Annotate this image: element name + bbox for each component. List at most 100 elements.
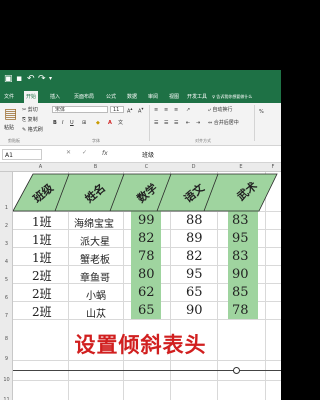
tab-view[interactable]: 视图 (167, 91, 181, 103)
cell-chinese[interactable]: 95 (186, 267, 203, 282)
cut-button[interactable]: ✂ 剪切 (22, 107, 38, 113)
fill-color-icon[interactable]: ◆ (96, 120, 100, 126)
align-top-icon[interactable]: ≡ (154, 107, 158, 113)
formula-bar: A1 ✕ ✓ fx 班级 (0, 146, 281, 163)
cell-wushu[interactable]: 83 (232, 249, 249, 264)
cell-wushu[interactable]: 85 (232, 285, 249, 300)
tab-file[interactable]: 文件 (2, 91, 16, 103)
cell-chinese[interactable]: 88 (186, 213, 203, 228)
align-left-icon[interactable]: ☰ (154, 120, 158, 126)
cell-class[interactable]: 1班 (32, 249, 52, 266)
formula-input[interactable]: 班级 (142, 150, 154, 159)
column-header-a[interactable]: A (13, 164, 68, 170)
column-header-b[interactable]: B (68, 164, 123, 170)
cell-wushu[interactable]: 83 (232, 213, 249, 228)
cell-class[interactable]: 2班 (32, 267, 52, 284)
paste-label[interactable]: 粘贴 (4, 125, 14, 131)
copy-button[interactable]: ⎘ 复制 (22, 117, 38, 123)
fx-icon[interactable]: fx (102, 150, 108, 157)
clipboard-group-label: 剪贴板 (8, 138, 20, 143)
cell-name[interactable]: 派大星 (80, 233, 110, 248)
tab-review[interactable]: 审阅 (146, 91, 160, 103)
wrap-text-button[interactable]: ⤶ 自动换行 (208, 107, 232, 113)
cancel-icon[interactable]: ✕ (66, 149, 71, 156)
tab-data[interactable]: 数据 (125, 91, 139, 103)
tab-home[interactable]: 开始 (24, 91, 39, 103)
cell-wushu[interactable]: 95 (232, 231, 249, 246)
cell-chinese[interactable]: 82 (186, 249, 203, 264)
border-icon[interactable]: ⊞ (82, 120, 86, 126)
tell-me-box[interactable]: ♀ 告诉我你想要做什么 (210, 91, 254, 103)
cell-name[interactable]: 章鱼哥 (80, 269, 110, 284)
align-right-icon[interactable]: ☰ (174, 120, 178, 126)
cell-name[interactable]: 蟹老板 (80, 251, 110, 266)
increase-indent-icon[interactable]: ⇥ (196, 120, 200, 126)
cell-class[interactable]: 1班 (32, 231, 52, 248)
cell-math[interactable]: 62 (138, 285, 155, 300)
enter-icon[interactable]: ✓ (82, 149, 87, 156)
column-header-e[interactable]: E (217, 164, 265, 170)
format-painter-button[interactable]: ✎ 格式刷 (22, 127, 43, 133)
font-size-select[interactable]: 11 (110, 106, 124, 113)
row-header[interactable]: 6 (0, 295, 13, 301)
line-handle[interactable] (233, 367, 240, 374)
row-header[interactable]: 7 (0, 313, 13, 319)
cell-wushu[interactable]: 78 (232, 303, 249, 318)
column-header-c[interactable]: C (123, 164, 170, 170)
cell-math[interactable]: 99 (138, 213, 155, 228)
number-format-icon[interactable]: % (259, 109, 264, 115)
orientation-icon[interactable]: ↗ (186, 107, 190, 113)
cell-chinese[interactable]: 90 (186, 303, 203, 318)
cell-math[interactable]: 80 (138, 267, 155, 282)
cell-class[interactable]: 2班 (32, 303, 52, 320)
shrink-font-icon[interactable]: A▾ (138, 106, 144, 115)
row-header[interactable]: 4 (0, 259, 13, 265)
grid-line (13, 319, 281, 320)
cell-math[interactable]: 65 (138, 303, 155, 318)
grow-font-icon[interactable]: A▴ (127, 106, 133, 115)
cell-name[interactable]: 海绵宝宝 (74, 215, 114, 230)
save-icon[interactable]: ▪ (16, 74, 22, 84)
worksheet[interactable]: A B C D E F 1 2 3 4 5 6 7 8 9 10 11 班级 姓… (0, 163, 281, 400)
italic-icon[interactable]: I (62, 120, 63, 126)
font-group-label: 字体 (92, 138, 100, 143)
align-middle-icon[interactable]: ≡ (164, 107, 168, 113)
cell-chinese[interactable]: 89 (186, 231, 203, 246)
cell-math[interactable]: 82 (138, 231, 155, 246)
align-bottom-icon[interactable]: ≡ (174, 107, 178, 113)
tab-developer[interactable]: 开发工具 (185, 91, 209, 103)
customize-toolbar-icon[interactable]: ▾ (49, 74, 52, 84)
underline-icon[interactable]: U (70, 120, 74, 126)
cell-name[interactable]: 小蜗 (86, 287, 106, 302)
row-header[interactable]: 1 (0, 205, 13, 211)
tab-insert[interactable]: 插入 (48, 91, 62, 103)
row-header[interactable]: 10 (0, 377, 13, 383)
redo-icon[interactable]: ↷ (38, 74, 46, 84)
font-name-select[interactable]: 宋体 (52, 106, 108, 113)
cell-math[interactable]: 78 (138, 249, 155, 264)
drawn-line[interactable] (13, 370, 281, 371)
font-color-icon[interactable]: A (108, 120, 112, 126)
cell-class[interactable]: 1班 (32, 213, 52, 230)
phonetic-icon[interactable]: 文 (118, 120, 123, 126)
copy-icon: ⎘ (22, 117, 27, 123)
tab-formulas[interactable]: 公式 (104, 91, 118, 103)
paste-icon[interactable]: ▤ (4, 106, 17, 122)
merge-center-button[interactable]: ⇔ 合并后居中 (208, 120, 239, 126)
decrease-indent-icon[interactable]: ⇤ (186, 120, 190, 126)
cell-class[interactable]: 2班 (32, 285, 52, 302)
row-header[interactable]: 5 (0, 277, 13, 283)
scissors-icon: ✂ (22, 107, 27, 113)
tab-page-layout[interactable]: 页面布局 (72, 91, 96, 103)
row-header[interactable]: 3 (0, 241, 13, 247)
column-header-f[interactable]: F (265, 164, 281, 170)
cell-wushu[interactable]: 90 (232, 267, 249, 282)
name-box[interactable]: A1 (2, 149, 42, 160)
column-header-d[interactable]: D (170, 164, 217, 170)
align-center-icon[interactable]: ☰ (164, 120, 168, 126)
cell-name[interactable]: 山苁 (86, 305, 106, 320)
bold-icon[interactable]: B (53, 120, 57, 126)
undo-icon[interactable]: ↶ (27, 74, 35, 84)
row-header[interactable]: 2 (0, 223, 13, 229)
cell-chinese[interactable]: 65 (186, 285, 203, 300)
